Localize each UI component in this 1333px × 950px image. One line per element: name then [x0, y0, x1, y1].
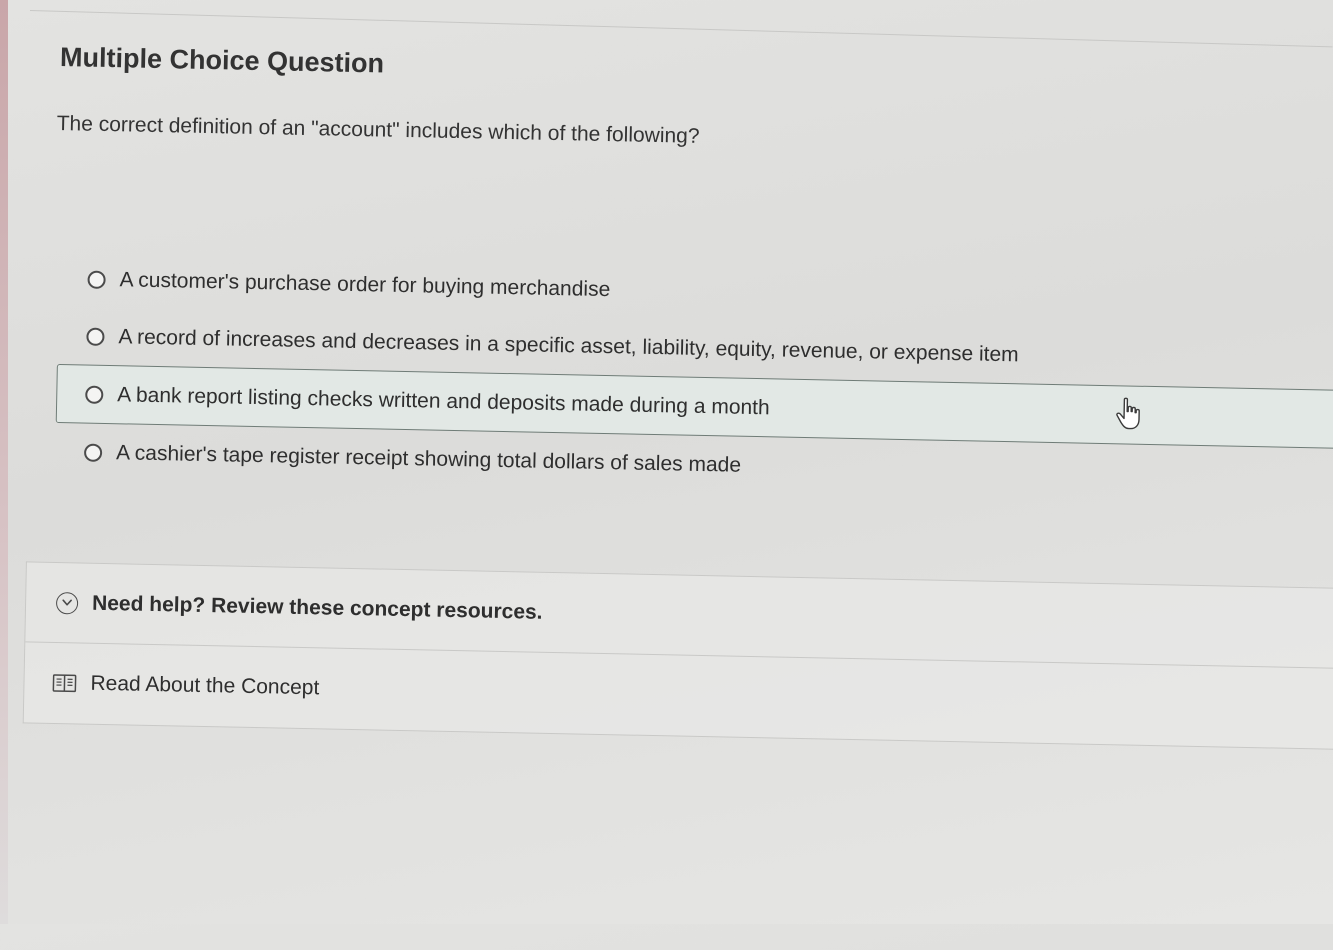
answer-option-label: A bank report listing checks written and…	[117, 383, 770, 420]
answer-option-label: A record of increases and decreases in a…	[118, 325, 1019, 367]
radio-unchecked-icon[interactable]	[84, 443, 102, 461]
answer-option-label: A customer's purchase order for buying m…	[119, 268, 610, 302]
radio-unchecked-icon[interactable]	[85, 385, 103, 403]
hand-pointer-cursor-icon	[1115, 396, 1144, 431]
radio-unchecked-icon[interactable]	[87, 270, 105, 288]
question-page: Multiple Choice Question The correct def…	[0, 0, 1333, 949]
concept-resources-title: Need help? Review these concept resource…	[92, 591, 543, 624]
radio-unchecked-icon[interactable]	[86, 327, 104, 345]
question-prompt: The correct definition of an "account" i…	[56, 112, 699, 149]
answer-options: A customer's purchase order for buying m…	[56, 250, 1333, 506]
answer-option-label: A cashier's tape register receipt showin…	[116, 441, 741, 478]
chevron-down-circle-icon	[56, 592, 78, 614]
question-type-heading: Multiple Choice Question	[60, 42, 385, 79]
book-icon	[52, 673, 76, 693]
read-about-concept-label: Read About the Concept	[90, 672, 319, 701]
concept-resources-panel: Need help? Review these concept resource…	[23, 561, 1333, 750]
